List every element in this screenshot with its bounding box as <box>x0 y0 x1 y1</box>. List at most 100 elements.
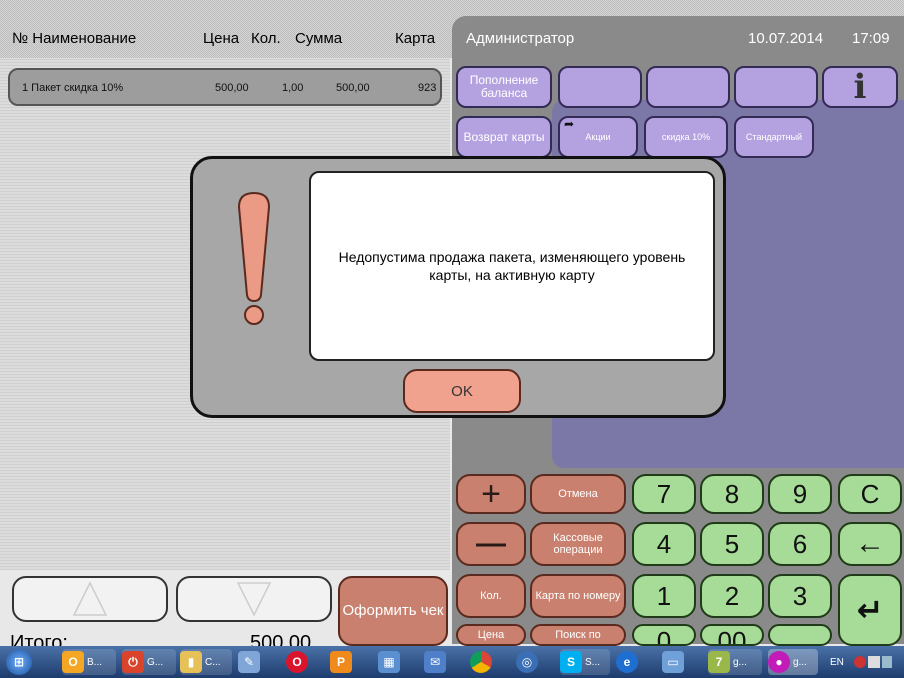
price-button[interactable]: Цена <box>456 624 526 646</box>
dialog-message: Недопустима продажа пакета, изменяющего … <box>338 249 686 283</box>
up-triangle-icon <box>72 581 108 616</box>
system-tray <box>854 649 892 675</box>
taskbar-app-label: S... <box>585 656 601 668</box>
empty-action-button-2[interactable] <box>646 66 730 108</box>
backspace-icon[interactable]: ← <box>838 522 902 566</box>
taskbar-app-3[interactable]: ▮ C... <box>180 649 232 675</box>
arrow-corner-icon: ➦ <box>564 117 575 131</box>
taskbar-app-label: g... <box>733 656 747 668</box>
item-name: 1 Пакет скидка 10% <box>22 82 124 94</box>
column-qty: Кол. <box>251 30 281 47</box>
column-sum: Сумма <box>295 30 343 47</box>
dialog-message-box: Недопустима продажа пакета, изменяющего … <box>309 171 715 361</box>
discount-button[interactable]: скидка 10% <box>644 116 728 158</box>
taskbar-mail[interactable]: ✉ <box>424 649 449 675</box>
internet-explorer-icon: e <box>616 651 638 673</box>
taskbar-app-label: G... <box>147 656 164 668</box>
scroll-up-button[interactable] <box>12 576 168 622</box>
user-name: Администратор <box>466 30 575 47</box>
column-price: Цена <box>203 30 240 47</box>
opera-icon: O <box>286 651 308 673</box>
key-2[interactable]: 2 <box>700 574 764 618</box>
ok-button[interactable]: OK <box>403 369 521 413</box>
taskbar-app-label: g... <box>793 656 807 668</box>
checkout-button[interactable]: Оформить чек <box>338 576 448 646</box>
info-icon[interactable]: i <box>822 66 898 108</box>
chrome-icon <box>470 651 492 673</box>
promo-button[interactable]: ➦ Акции <box>558 116 638 158</box>
start-button[interactable]: ⊞ <box>6 649 35 675</box>
target-icon: ◎ <box>516 651 538 673</box>
scroll-down-button[interactable] <box>176 576 332 622</box>
taskbar-app-5[interactable]: ● g... <box>768 649 818 675</box>
enter-icon[interactable]: ↵ <box>838 574 902 646</box>
promo-label: Акции <box>585 131 611 142</box>
receipt-row[interactable]: 1 Пакет скидка 10% 500,00 1,00 500,00 92… <box>8 68 442 106</box>
cash-operations-button[interactable]: Кассовые операции <box>530 522 626 566</box>
user-panel: Администратор 10.07.2014 17:09 <box>452 16 904 58</box>
column-card: Карта <box>395 30 436 47</box>
decimal-key[interactable] <box>768 624 832 646</box>
taskbar-app-window[interactable]: ▭ <box>662 649 687 675</box>
item-card: 923 <box>418 82 437 94</box>
item-qty: 1,00 <box>282 82 304 94</box>
minus-button[interactable]: — <box>456 522 526 566</box>
tray-icon[interactable] <box>854 656 866 668</box>
folder-icon: ▮ <box>180 651 202 673</box>
taskbar-ie[interactable]: e <box>616 649 641 675</box>
language-indicator[interactable]: EN <box>830 649 844 675</box>
taskbar-chrome[interactable] <box>470 649 495 675</box>
calculator-icon: ▦ <box>378 651 400 673</box>
taskbar-app-calc[interactable]: ▦ <box>378 649 403 675</box>
mail-icon: ✉ <box>424 651 446 673</box>
taskbar-pdf[interactable]: P <box>330 649 355 675</box>
key-0[interactable]: 0 <box>632 624 696 646</box>
taskbar-opera[interactable]: O <box>286 649 311 675</box>
volume-icon[interactable] <box>882 656 892 668</box>
down-triangle-icon <box>236 582 272 617</box>
clear-button[interactable]: C <box>838 474 902 514</box>
error-dialog: Недопустима продажа пакета, изменяющего … <box>190 156 726 418</box>
key-8[interactable]: 8 <box>700 474 764 514</box>
key-5[interactable]: 5 <box>700 522 764 566</box>
taskbar-skype[interactable]: S S... <box>560 649 610 675</box>
app-icon: ● <box>768 651 790 673</box>
taskbar-app-2[interactable]: ⏻ G... <box>122 649 176 675</box>
key-00[interactable]: 00 <box>700 624 764 646</box>
window-icon: ▭ <box>662 651 684 673</box>
cancel-button[interactable]: Отмена <box>530 474 626 514</box>
empty-action-button-1[interactable] <box>558 66 642 108</box>
taskbar-app-1[interactable]: O B... <box>62 649 116 675</box>
key-9[interactable]: 9 <box>768 474 832 514</box>
taskbar: ⊞ O B... ⏻ G... ▮ C... ✎ O P ▦ ✉ ◎ S S... e … <box>0 646 904 678</box>
item-price: 500,00 <box>215 82 249 94</box>
current-time: 17:09 <box>852 30 890 47</box>
key-6[interactable]: 6 <box>768 522 832 566</box>
quantity-button[interactable]: Кол. <box>456 574 526 618</box>
paint-icon: ✎ <box>238 651 260 673</box>
taskbar-app-4[interactable]: 7 g... <box>708 649 762 675</box>
card-by-number-button[interactable]: Карта по номеру <box>530 574 626 618</box>
taskbar-app-circle[interactable]: ◎ <box>516 649 541 675</box>
taskbar-app-label: C... <box>205 656 221 668</box>
pdf-icon: P <box>330 651 352 673</box>
taskbar-paint[interactable]: ✎ <box>238 649 263 675</box>
exclamation-icon <box>237 191 271 325</box>
plus-button[interactable]: + <box>456 474 526 514</box>
language-label: EN <box>830 656 844 668</box>
skype-icon: S <box>560 651 582 673</box>
search-by-button[interactable]: Поиск по <box>530 624 626 646</box>
return-card-button[interactable]: Возврат карты <box>456 116 552 158</box>
key-7[interactable]: 7 <box>632 474 696 514</box>
key-3[interactable]: 3 <box>768 574 832 618</box>
key-4[interactable]: 4 <box>632 522 696 566</box>
power-icon: ⏻ <box>122 651 144 673</box>
standard-button[interactable]: Стандартный <box>734 116 814 158</box>
empty-action-button-3[interactable] <box>734 66 818 108</box>
current-date: 10.07.2014 <box>748 30 824 47</box>
key-1[interactable]: 1 <box>632 574 696 618</box>
taskbar-app-label: B... <box>87 656 103 668</box>
network-icon[interactable] <box>868 656 880 668</box>
top-up-balance-button[interactable]: Пополнение баланса <box>456 66 552 108</box>
app-icon: O <box>62 651 84 673</box>
